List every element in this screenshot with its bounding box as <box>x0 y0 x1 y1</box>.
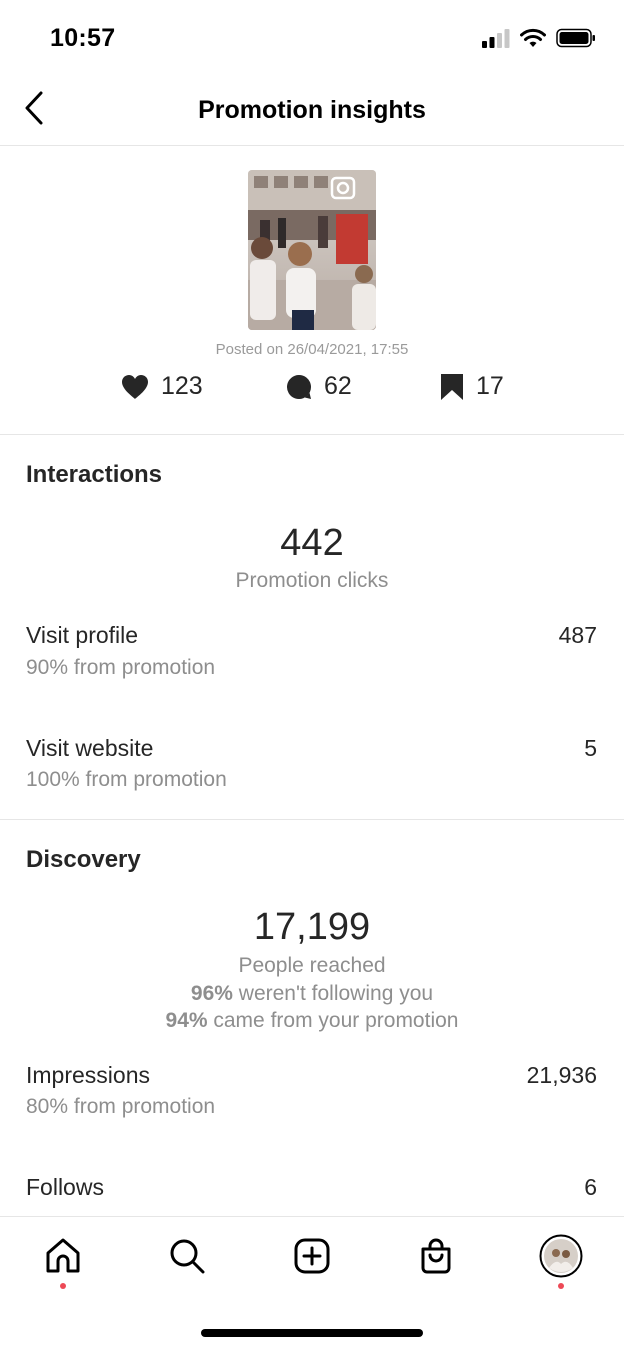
saves-stat: 17 <box>440 372 504 401</box>
impressions-label: Impressions <box>26 1062 150 1088</box>
tab-profile[interactable] <box>539 1234 583 1278</box>
shop-icon <box>421 1238 451 1274</box>
promotion-clicks-value: 442 <box>280 522 344 564</box>
profile-avatar <box>539 1234 583 1278</box>
tab-home[interactable] <box>41 1234 85 1278</box>
battery-icon <box>556 28 595 48</box>
wifi-icon <box>520 28 546 47</box>
home-icon <box>46 1238 80 1273</box>
create-icon <box>294 1238 330 1274</box>
cellular-signal-icon <box>482 29 510 48</box>
post-photo <box>248 170 376 330</box>
profile-notification-dot <box>558 1283 564 1289</box>
visit-profile-value: 487 <box>558 622 597 648</box>
status-icons <box>482 28 596 48</box>
follows-value: 6 <box>584 1174 597 1200</box>
tab-create[interactable] <box>290 1234 334 1278</box>
from-promotion-text: came from your promotion <box>207 1009 459 1032</box>
heart-icon <box>122 374 148 399</box>
visit-website-sub: 100% from promotion <box>26 768 227 791</box>
bottom-tab-bar <box>0 1216 624 1350</box>
status-time: 10:57 <box>50 24 116 52</box>
not-following-note: 96% weren't following you <box>0 982 624 1006</box>
page-title: Promotion insights <box>198 96 426 124</box>
discovery-title: Discovery <box>26 846 141 873</box>
bookmark-icon <box>441 373 463 400</box>
interactions-title: Interactions <box>26 461 163 488</box>
saves-count: 17 <box>476 372 504 400</box>
visit-website-label: Visit website <box>26 735 154 761</box>
not-following-pct: 96% <box>190 982 233 1005</box>
comments-stat: 62 <box>286 372 352 401</box>
follows-label: Follows <box>26 1174 104 1200</box>
promotion-clicks-label: Promotion clicks <box>235 569 389 592</box>
status-bar: 10:57 <box>0 0 624 80</box>
section-divider <box>0 819 624 820</box>
posted-on-date: Posted on 26/04/2021, 17:55 <box>215 341 409 358</box>
post-thumbnail[interactable] <box>248 170 376 330</box>
likes-stat: 123 <box>121 372 203 401</box>
people-reached-label: People reached <box>238 954 386 977</box>
post-summary: Posted on 26/04/2021, 17:55 123 62 17 <box>0 146 624 435</box>
visit-profile-label: Visit profile <box>26 622 139 648</box>
from-promotion-pct: 94% <box>165 1009 208 1032</box>
people-reached-value: 17,199 <box>253 906 371 948</box>
not-following-text: weren't following you <box>232 982 434 1005</box>
comments-count: 62 <box>324 372 352 400</box>
impressions-value: 21,936 <box>526 1062 597 1088</box>
tab-shop[interactable] <box>414 1234 458 1278</box>
header: Promotion insights <box>0 80 624 146</box>
search-icon <box>170 1239 205 1274</box>
impressions-sub: 80% from promotion <box>26 1095 216 1118</box>
likes-count: 123 <box>161 372 203 400</box>
comment-icon <box>286 374 311 399</box>
from-promotion-note: 94% came from your promotion <box>0 1009 624 1033</box>
visit-website-value: 5 <box>584 735 597 761</box>
tab-search[interactable] <box>165 1234 209 1278</box>
home-indicator <box>201 1329 423 1337</box>
visit-profile-sub: 90% from promotion <box>26 656 216 679</box>
home-notification-dot <box>60 1283 66 1289</box>
